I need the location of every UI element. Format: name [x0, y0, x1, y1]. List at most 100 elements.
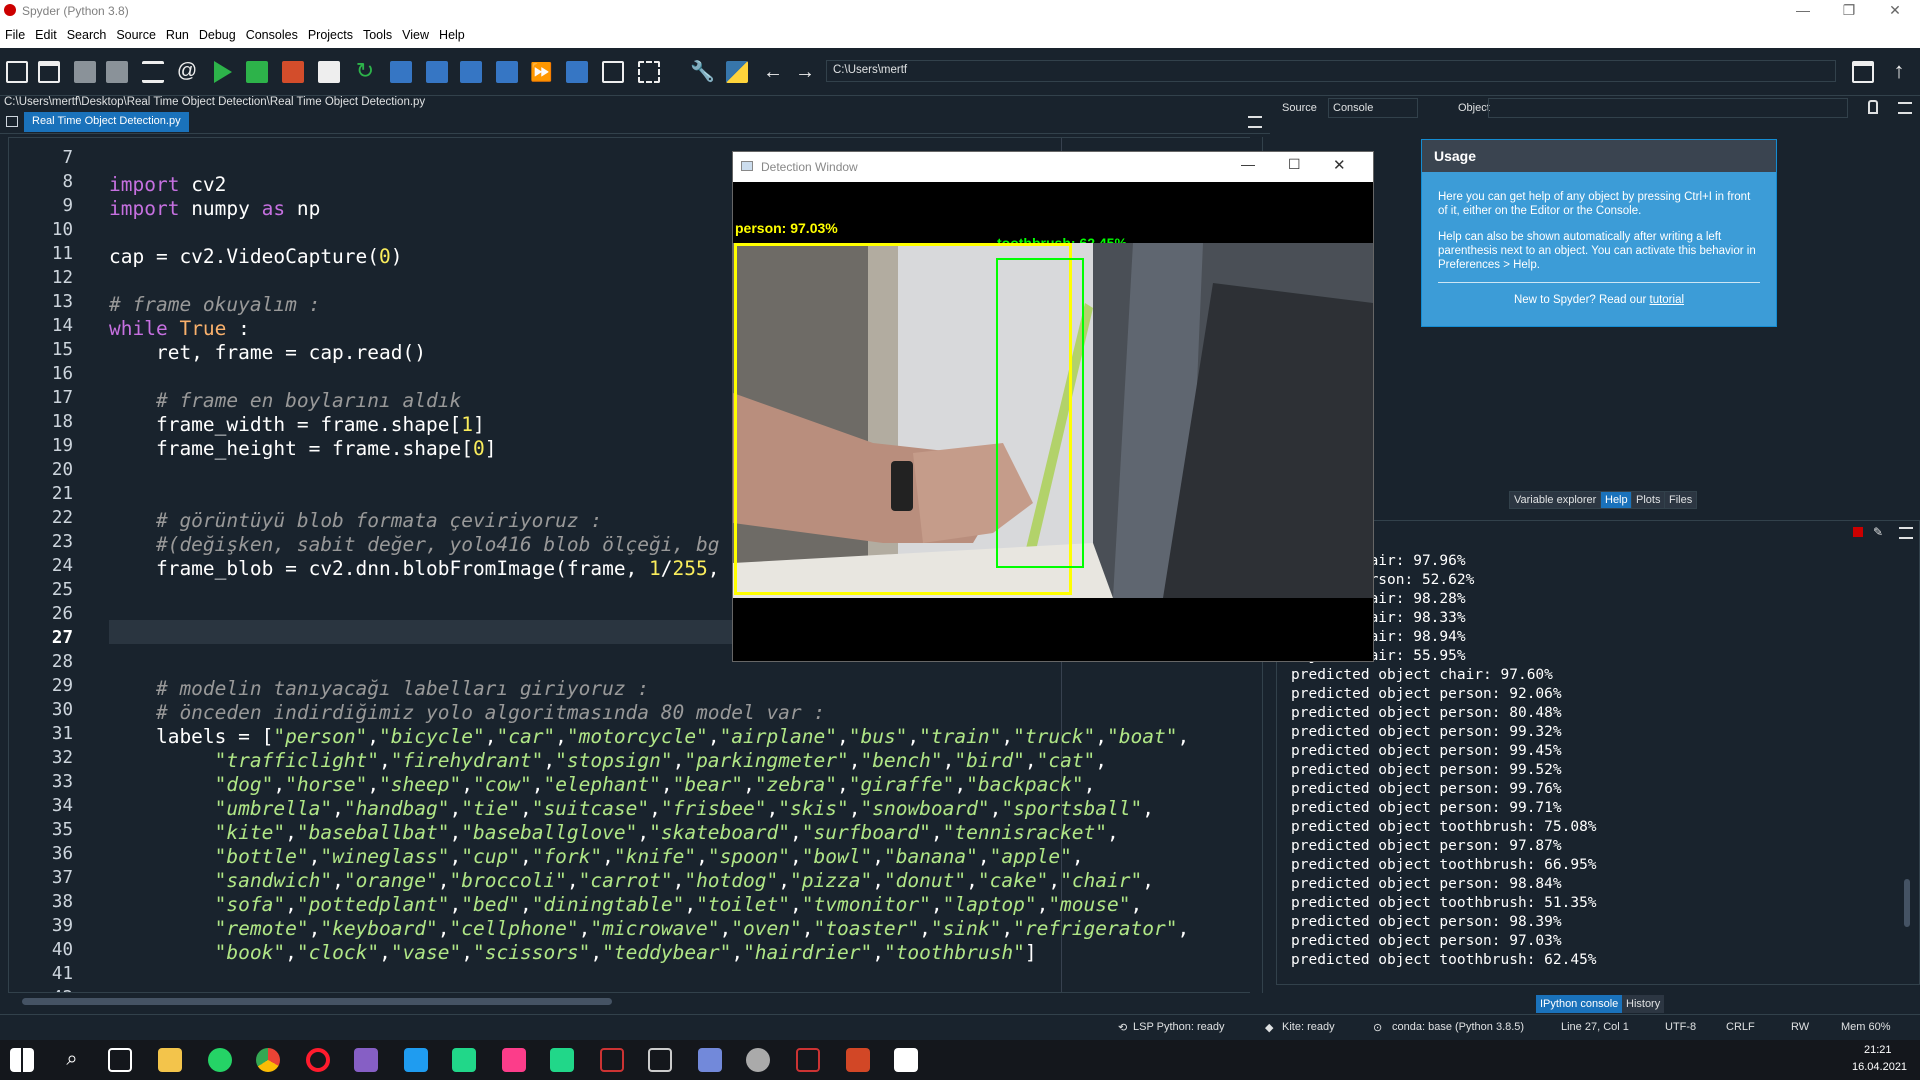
search-icon[interactable]: ⌕ [60, 1048, 84, 1072]
scrollbar-thumb[interactable] [22, 998, 612, 1005]
tab-ipython-console[interactable]: IPython console [1536, 995, 1623, 1013]
chrome-icon[interactable] [256, 1048, 280, 1072]
stop-debug-icon[interactable] [566, 61, 588, 83]
help-options-icon[interactable] [1898, 102, 1912, 114]
step-into-icon[interactable] [460, 61, 482, 83]
rerun-icon[interactable]: ↻ [354, 60, 376, 83]
editor-options-icon[interactable] [1248, 116, 1262, 128]
menu-consoles[interactable]: Consoles [241, 22, 303, 48]
parent-dir-icon[interactable]: ↑ [1888, 60, 1910, 83]
source-select[interactable]: Console [1328, 98, 1418, 118]
code-line: # frame okuyalım : [109, 293, 321, 316]
fullscreen-icon[interactable] [638, 61, 660, 83]
lsp-status[interactable]: LSP Python: ready [1133, 1021, 1225, 1033]
menu-view[interactable]: View [397, 22, 434, 48]
run-selection-icon[interactable] [318, 61, 340, 83]
object-input[interactable] [1488, 98, 1848, 118]
pycharm-icon[interactable] [550, 1048, 574, 1072]
file-browse-icon[interactable] [6, 116, 18, 127]
console-output-line: predicted object person: 99.76% [1291, 781, 1562, 797]
menu-tools[interactable]: Tools [358, 22, 397, 48]
tab-real-time-object-detection[interactable]: Real Time Object Detection.py [24, 112, 189, 132]
at-icon[interactable]: @ [176, 61, 198, 83]
list-icon[interactable] [142, 61, 164, 83]
line-number: 18 [51, 412, 73, 432]
tutorial-link[interactable]: tutorial [1650, 294, 1685, 306]
spyder-taskbar-icon[interactable] [600, 1048, 624, 1072]
tab-history[interactable]: History [1622, 995, 1665, 1013]
det-minimize-button[interactable]: — [1241, 156, 1255, 172]
open-file-icon[interactable] [38, 61, 60, 83]
wrench-icon[interactable]: 🔧 [690, 61, 715, 83]
vscode-icon[interactable] [404, 1048, 428, 1072]
det-maximize-button[interactable]: ☐ [1288, 156, 1301, 173]
line-number: 35 [51, 820, 73, 840]
python-path-icon[interactable] [726, 61, 748, 83]
rider-icon[interactable] [502, 1048, 526, 1072]
kite-status[interactable]: Kite: ready [1282, 1021, 1335, 1033]
opera-icon[interactable] [306, 1048, 330, 1072]
back-arrow-icon[interactable]: ← [762, 61, 784, 83]
whatsapp-icon[interactable] [208, 1048, 232, 1072]
source-label: Source [1282, 102, 1317, 114]
lock-icon[interactable] [1868, 100, 1878, 114]
spyder-active-icon[interactable] [796, 1048, 820, 1072]
menu-search[interactable]: Search [62, 22, 112, 48]
line-number: 23 [51, 532, 73, 552]
menu-source[interactable]: Source [111, 22, 161, 48]
detection-window[interactable]: Detection Window — ☐ ✕ person: 97.03% to… [732, 151, 1374, 662]
det-close-button[interactable]: ✕ [1333, 156, 1346, 174]
save-all-icon[interactable] [106, 61, 128, 83]
forward-arrow-icon[interactable]: → [794, 61, 816, 83]
console-scrollbar-thumb[interactable] [1904, 879, 1910, 927]
powerpoint-icon[interactable] [846, 1048, 870, 1072]
tab-variable-explorer[interactable]: Variable explorer [1509, 491, 1602, 509]
minimize-button[interactable]: — [1780, 0, 1826, 22]
new-file-icon[interactable] [6, 61, 28, 83]
file-explorer-icon[interactable] [158, 1048, 182, 1072]
menu-debug[interactable]: Debug [194, 22, 241, 48]
maximize-pane-icon[interactable] [602, 61, 624, 83]
conda-status[interactable]: conda: base (Python 3.8.5) [1392, 1021, 1524, 1033]
run-icon[interactable] [214, 61, 232, 83]
tab-files[interactable]: Files [1664, 491, 1698, 509]
step-icon[interactable] [426, 61, 448, 83]
code-line: #(değişken, sabit değer, yolo416 blob öl… [109, 533, 720, 556]
eraser-icon[interactable]: ✎ [1873, 525, 1883, 539]
menu-file[interactable]: File [0, 22, 30, 48]
clion-icon[interactable] [452, 1048, 476, 1072]
menu-projects[interactable]: Projects [303, 22, 358, 48]
menu-help[interactable]: Help [434, 22, 470, 48]
close-button[interactable]: ✕ [1872, 0, 1918, 22]
continue-icon[interactable]: ⏩ [530, 61, 552, 83]
debug-icon[interactable] [390, 61, 412, 83]
tab-plots[interactable]: Plots [1631, 491, 1666, 509]
app-icon[interactable] [746, 1048, 770, 1072]
status-bar: ⟲ LSP Python: ready ◆ Kite: ready ⊙ cond… [0, 1014, 1920, 1038]
browse-folder-icon[interactable] [1852, 61, 1874, 83]
stop-kernel-icon[interactable] [1853, 527, 1863, 537]
visual-studio-icon[interactable] [354, 1048, 378, 1072]
lsp-status-icon: ⟲ [1118, 1022, 1128, 1034]
save-icon[interactable] [74, 61, 96, 83]
code-line: cap = cv2.VideoCapture(0) [109, 245, 403, 268]
tab-help[interactable]: Help [1600, 491, 1633, 509]
line-number: 37 [51, 868, 73, 888]
start-button-icon[interactable] [10, 1048, 34, 1072]
line-number: 25 [51, 580, 73, 600]
step-return-icon[interactable] [496, 61, 518, 83]
notepad-icon[interactable] [894, 1048, 918, 1072]
virtualbox-icon[interactable] [648, 1048, 672, 1072]
working-directory-input[interactable]: C:\Users\mertf [826, 60, 1836, 82]
menu-edit[interactable]: Edit [30, 22, 62, 48]
menu-run[interactable]: Run [161, 22, 194, 48]
run-cell-advance-icon[interactable] [282, 61, 304, 83]
task-view-icon[interactable] [108, 1048, 132, 1072]
console-output-line: predicted object toothbrush: 62.45% [1291, 952, 1597, 968]
line-number: 26 [51, 604, 73, 624]
run-cell-icon[interactable] [246, 61, 268, 83]
maximize-button[interactable]: ❐ [1826, 0, 1872, 22]
console-options-icon[interactable] [1899, 527, 1913, 539]
discord-icon[interactable] [698, 1048, 722, 1072]
line-number-gutter: 7 8 9 10 11 12 13 14 15 16 17 18 19 20 21 22 23 24 25 26 27 2… [9, 138, 109, 992]
